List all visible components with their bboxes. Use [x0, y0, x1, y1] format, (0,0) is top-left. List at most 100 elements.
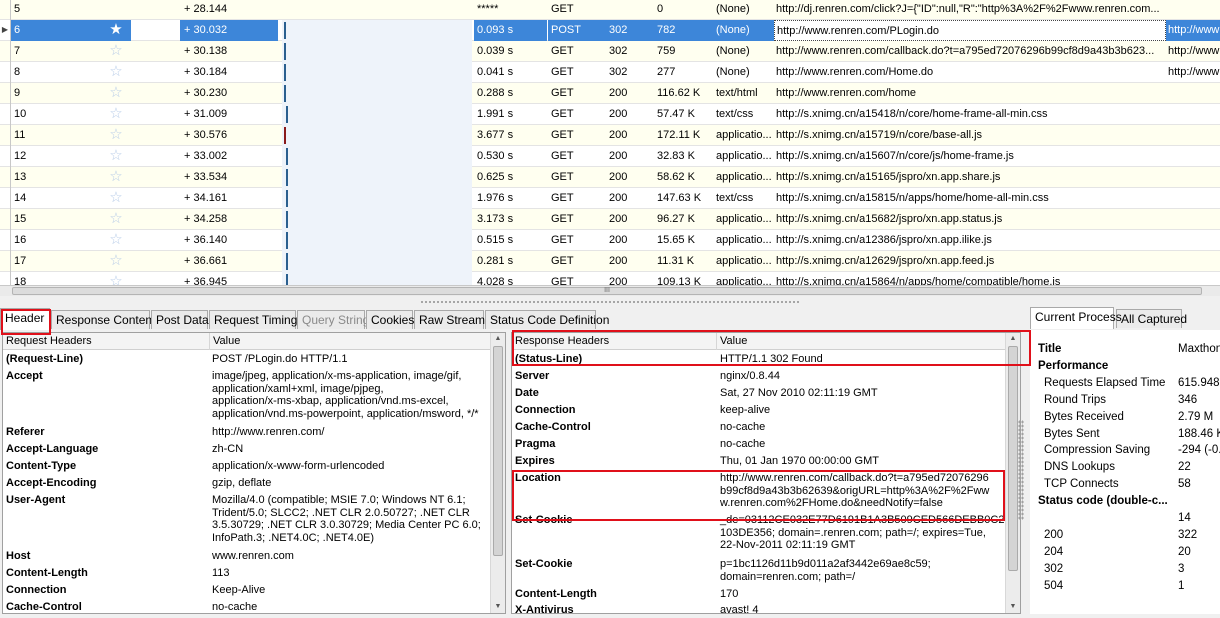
scroll-up-icon[interactable]: ▲: [491, 333, 505, 345]
header-value: no-cache: [212, 601, 258, 613]
star-icon[interactable]: ☆: [101, 251, 131, 272]
star-icon[interactable]: ★: [101, 20, 131, 41]
star-icon[interactable]: ☆: [101, 167, 131, 188]
stat-label: 302: [1044, 562, 1064, 575]
session-status-code: 200: [609, 171, 628, 183]
tab-raw-stream[interactable]: Raw Stream: [414, 310, 485, 329]
session-row[interactable]: 7 ☆ + 30.138 0.039 s GET 302 759 (None) http://w…: [0, 41, 1220, 62]
session-row[interactable]: 12 ☆ + 33.002 0.530 s GET 200 32.83 K applicati…: [0, 146, 1220, 167]
session-row[interactable]: 5 + 28.144 ***** GET 0 (None) http://dj.renren…: [0, 0, 1220, 20]
scrollbar-thumb[interactable]: [1008, 346, 1018, 571]
session-start-time: + 34.258: [184, 213, 228, 225]
star-icon[interactable]: ☆: [101, 146, 131, 167]
star-icon[interactable]: ☆: [101, 188, 131, 209]
session-url: http://s.xnimg.cn/a15719/n/core/base-all…: [776, 129, 983, 141]
header-name: Location: [515, 472, 561, 484]
session-row[interactable]: 8 ☆ + 30.184 0.041 s GET 302 277 (None) http://w…: [0, 62, 1220, 83]
star-icon[interactable]: ☆: [101, 62, 131, 83]
session-row[interactable]: 15 ☆ + 34.258 3.173 s GET 200 96.27 K applicati…: [0, 209, 1220, 230]
session-duration: 3.677 s: [477, 129, 514, 141]
star-icon[interactable]: ☆: [101, 125, 131, 146]
session-method: GET: [551, 192, 574, 204]
session-row[interactable]: 11 ☆ + 30.576 3.677 s GET 200 172.11 K applicat…: [0, 125, 1220, 146]
session-method: GET: [551, 234, 574, 246]
scroll-down-icon[interactable]: ▼: [1006, 601, 1020, 613]
vertical-splitter[interactable]: [1018, 420, 1024, 520]
splitter-grip-icon: [420, 300, 800, 305]
session-start-time: + 36.140: [184, 234, 228, 246]
value-column[interactable]: Value: [717, 333, 1006, 350]
header-name: Set-Cookie: [515, 514, 573, 526]
tab-header[interactable]: Header: [0, 308, 50, 330]
timing-bar-track: [282, 167, 472, 188]
star-icon[interactable]: [101, 0, 131, 20]
session-row[interactable]: 9 ☆ + 30.230 0.288 s GET 200 116.62 K text/html…: [0, 83, 1220, 104]
session-content-type: (None): [716, 3, 750, 15]
session-status-code: 200: [609, 213, 628, 225]
session-size: 277: [657, 66, 676, 78]
session-status-code: 200: [609, 276, 628, 285]
session-row[interactable]: ▶ 6 ★ + 30.032 0.093 s POST 302 782 (None) http:/…: [0, 20, 1220, 41]
header-value: gzip, deflate: [212, 477, 272, 489]
session-row[interactable]: 13 ☆ + 33.534 0.625 s GET 200 58.62 K applicati…: [0, 167, 1220, 188]
session-start-time: + 33.002: [184, 150, 228, 162]
session-size: 11.31 K: [657, 255, 695, 267]
stat-label: 504: [1044, 579, 1064, 592]
tab-post-data[interactable]: Post Data: [151, 310, 209, 329]
session-size: 116.62 K: [657, 87, 701, 99]
session-url: http://www.renren.com/callback.do?t=a795…: [776, 45, 1155, 57]
star-icon[interactable]: ☆: [101, 83, 131, 104]
session-status-code: 200: [609, 108, 628, 120]
tab-cookies[interactable]: Cookies: [366, 310, 414, 329]
session-status-code: 302: [606, 20, 654, 41]
session-method: GET: [551, 66, 574, 78]
star-icon[interactable]: ☆: [101, 272, 131, 285]
session-row[interactable]: 18 ☆ + 36.945 4.028 s GET 200 109.13 K applicat…: [0, 272, 1220, 285]
session-redirect: [1166, 167, 1220, 188]
header-value: POST /PLogin.do HTTP/1.1: [212, 353, 348, 365]
session-row[interactable]: 17 ☆ + 36.661 0.281 s GET 200 11.31 K applicati…: [0, 251, 1220, 272]
session-status-code: 200: [609, 234, 628, 246]
scrollbar-thumb[interactable]: [493, 346, 503, 556]
row-indicator-icon: [0, 209, 11, 230]
tab-response-content[interactable]: Response Content: [51, 310, 155, 329]
session-url: http://www.renren.com/home: [776, 87, 917, 99]
session-row[interactable]: 14 ☆ + 34.161 1.976 s GET 200 147.63 K text/css…: [0, 188, 1220, 209]
session-list[interactable]: 5 + 28.144 ***** GET 0 (None) http://dj.renren…: [0, 0, 1220, 285]
star-icon[interactable]: ☆: [101, 209, 131, 230]
tab-all-captured[interactable]: All Captured: [1116, 309, 1187, 328]
horizontal-scrollbar[interactable]: III: [0, 285, 1220, 296]
session-number: 14: [14, 192, 27, 204]
stat-label: Title: [1038, 343, 1062, 355]
timing-bar-track: [282, 104, 472, 125]
scroll-up-icon[interactable]: ▲: [1006, 333, 1020, 345]
tab-current-process[interactable]: Current Process: [1030, 307, 1122, 329]
star-icon[interactable]: ☆: [101, 230, 131, 251]
row-indicator-icon: [0, 0, 11, 20]
value-column[interactable]: Value: [210, 333, 491, 350]
session-row[interactable]: 10 ☆ + 31.009 1.991 s GET 200 57.47 K text/css h…: [0, 104, 1220, 125]
session-content-type: applicatio...: [716, 276, 772, 285]
session-status-code: 302: [609, 66, 628, 78]
request-headers-column[interactable]: Request Headers: [3, 333, 210, 350]
timing-bar: [278, 20, 474, 41]
scrollbar-thumb[interactable]: III: [12, 287, 1202, 295]
tab-request-timing[interactable]: Request Timing: [209, 310, 297, 329]
scroll-down-icon[interactable]: ▼: [491, 601, 505, 613]
tab-status-code-definition[interactable]: Status Code Definition: [485, 310, 609, 329]
star-icon[interactable]: ☆: [101, 41, 131, 62]
header-value: avast! 4: [720, 604, 759, 614]
session-number: 18: [14, 276, 27, 285]
session-redirect: http://www: [1168, 45, 1220, 57]
request-vertical-scrollbar[interactable]: ▲ ▼: [490, 333, 505, 613]
star-icon[interactable]: ☆: [101, 104, 131, 125]
stat-value: 22: [1178, 461, 1191, 474]
timing-bar: [278, 230, 474, 251]
session-size: 15.65 K: [657, 234, 695, 246]
timing-bar: [278, 209, 474, 230]
session-row[interactable]: 16 ☆ + 36.140 0.515 s GET 200 15.65 K applicati…: [0, 230, 1220, 251]
timing-bar: [278, 62, 474, 83]
response-headers-column[interactable]: Response Headers: [512, 333, 717, 350]
session-redirect: http://www: [1166, 20, 1220, 41]
session-size: 96.27 K: [657, 213, 695, 225]
